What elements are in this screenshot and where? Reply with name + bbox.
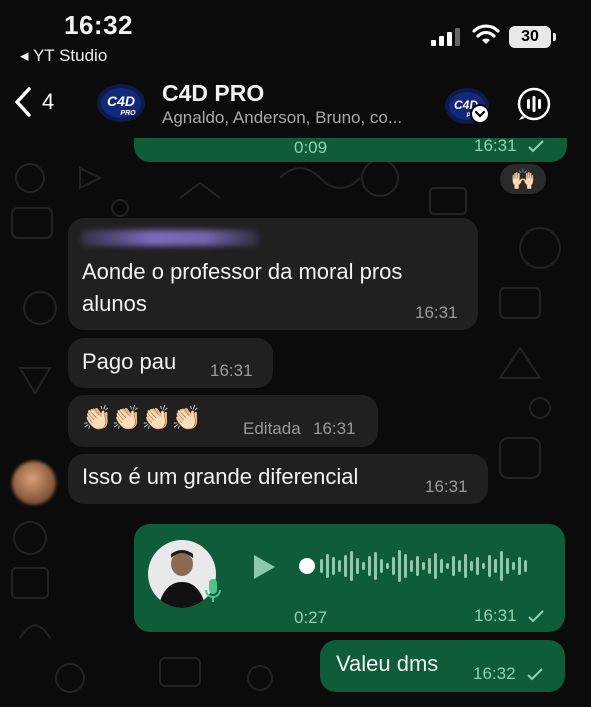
prev-voice-message[interactable]: 0:09 16:31 [134,138,567,162]
voice-waveform[interactable] [298,546,548,586]
sender-name [80,230,260,246]
message-text: Isso é um grande diferencial [82,464,359,489]
read-check-icon [527,668,543,681]
read-check-icon [528,140,544,153]
voice-duration: 0:27 [294,608,328,627]
message-text: Pago pau [82,349,177,374]
message-time: 16:31 [415,303,458,322]
back-button[interactable]: 4 [12,86,54,118]
message-time: 16:31 [474,606,545,626]
chevron-down-icon[interactable] [470,104,490,124]
chat-header: 4 C4D PRO C4D PRO Agnaldo, Anderson, Bru… [0,72,591,138]
group-members[interactable]: Agnaldo, Anderson, Bruno, co... [162,108,402,128]
message-text: Valeu dms [336,651,439,676]
svg-text:PRO: PRO [120,110,136,117]
battery-icon: 30 [509,26,556,48]
unread-count: 4 [42,89,55,114]
status-bar: 16:32 ◂ YT Studio 30 [0,0,591,70]
group-title[interactable]: C4D PRO [162,80,264,107]
message-time: 16:31 [210,361,253,380]
group-avatar[interactable]: C4D PRO [96,82,146,124]
mic-icon [205,579,221,602]
outgoing-voice-message[interactable]: 0:27 16:31 [134,524,565,632]
message-time: 16:31 [313,419,356,438]
message-text: alunos [82,291,147,316]
back-to-app-link[interactable]: ◂ YT Studio [20,46,107,66]
svg-text:C4D: C4D [107,93,135,109]
message-time: 16:31 [474,138,545,156]
outgoing-message[interactable]: Valeu dms 16:32 [320,640,565,692]
voice-duration: 0:09 [294,138,328,157]
message-text: Aonde o professor da moral pros [82,259,403,284]
chevron-left-icon [15,87,31,117]
reaction-badge[interactable]: 🙌🏻 [498,162,548,196]
wifi-icon [472,24,500,44]
clock: 16:32 [64,10,133,40]
call-icon[interactable] [516,86,552,122]
play-icon[interactable] [250,552,278,582]
message-time: 16:31 [425,477,468,496]
emoji-message: 👏🏻👏🏻👏🏻👏🏻 [82,405,202,432]
message-time: 16:32 [473,664,544,684]
signal-icon [431,28,460,46]
read-check-icon [528,610,544,623]
edited-label: Editada [243,419,301,438]
chat-area[interactable]: 0:09 16:31 🙌🏻 Aonde o professor da moral… [0,138,591,707]
sender-avatar[interactable] [12,461,56,505]
